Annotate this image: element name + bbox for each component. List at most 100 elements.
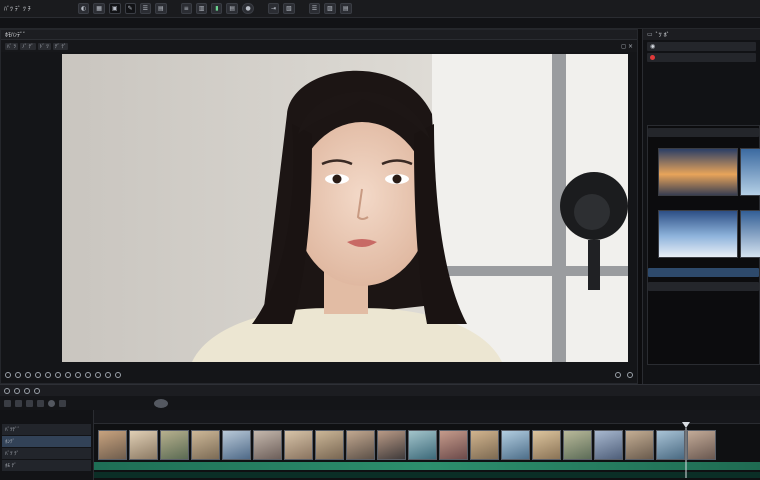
viewer-tool-4[interactable]: ﾃﾞ ﾃﾞ <box>52 42 69 50</box>
timeline-clip[interactable] <box>625 430 654 460</box>
timeline-clip[interactable] <box>315 430 344 460</box>
next-frame-icon[interactable] <box>25 372 31 378</box>
timeline-clip[interactable] <box>439 430 468 460</box>
timeline-clip[interactable] <box>98 430 127 460</box>
media-bin <box>647 125 760 365</box>
playhead[interactable] <box>682 422 690 478</box>
export-button[interactable]: ⇥ <box>268 3 280 14</box>
timeline-clip[interactable] <box>501 430 530 460</box>
fit-icon[interactable] <box>105 372 111 378</box>
right-panel: ▭ ﾞﾂ ﾎﾞ ◉ <box>642 29 760 384</box>
video-preview[interactable] <box>62 54 628 362</box>
more-button[interactable]: ▤ <box>339 3 352 14</box>
eye-icon: ◉ <box>650 43 656 50</box>
cut-tool-icon[interactable] <box>15 399 22 407</box>
grid-button[interactable]: ☰ <box>139 3 152 14</box>
media-thumb-1[interactable] <box>658 148 738 196</box>
media-button[interactable]: ▦ <box>93 3 105 14</box>
view-button[interactable]: ▨ <box>324 3 336 14</box>
settings-icon[interactable] <box>85 372 91 378</box>
fullscreen-icon[interactable] <box>615 372 621 378</box>
list-button[interactable]: ≡ <box>180 3 192 14</box>
hand-tool-icon[interactable] <box>59 399 66 407</box>
mark-out-icon[interactable] <box>55 372 61 378</box>
zoom-tool-icon[interactable] <box>48 399 55 407</box>
mark-in-icon[interactable] <box>45 372 51 378</box>
folder-icon[interactable]: ▭ <box>647 31 653 38</box>
viewer-footer-right <box>615 372 633 378</box>
media-thumb-3[interactable] <box>658 210 738 258</box>
snapshot-icon[interactable] <box>65 372 71 378</box>
source-row[interactable]: ◉ <box>647 42 756 51</box>
viewer-toolbar: ﾊﾞ ﾂ ﾉﾞ ﾃﾞ ﾄﾞ ﾂ ﾃﾞ ﾃﾞ ◻ × <box>1 40 637 52</box>
media-bin-toolbar <box>648 128 759 137</box>
timeline-clip[interactable] <box>594 430 623 460</box>
timeline-clip[interactable] <box>191 430 220 460</box>
timeline-clip[interactable] <box>284 430 313 460</box>
bars-button[interactable]: ▥ <box>195 3 208 14</box>
image-button[interactable]: ▧ <box>283 3 295 14</box>
track-header-4[interactable]: ﾎﾓ ﾃﾞ <box>2 460 91 471</box>
trim-tool-icon[interactable] <box>26 399 33 407</box>
tools-button[interactable]: ✎ <box>124 3 136 14</box>
record-button[interactable]: ▣ <box>108 3 121 14</box>
loop-icon[interactable] <box>35 372 41 378</box>
play-icon[interactable] <box>15 372 21 378</box>
timeline-header <box>0 384 760 396</box>
timeline-clip[interactable] <box>377 430 406 460</box>
options-icon[interactable] <box>627 372 633 378</box>
circle-button[interactable]: ● <box>242 3 255 14</box>
grid-icon[interactable] <box>115 372 121 378</box>
audio-track-2[interactable] <box>94 472 760 478</box>
media-thumb-2[interactable] <box>740 148 760 196</box>
timeline-clip[interactable] <box>222 430 251 460</box>
record-tool-icon[interactable] <box>154 398 168 408</box>
track-header-3[interactable]: ﾊﾞﾂ ﾃﾞ <box>2 448 91 459</box>
layers-button[interactable]: ▤ <box>155 3 167 14</box>
record-row[interactable] <box>647 53 756 62</box>
timeline-clip[interactable] <box>656 430 685 460</box>
timeline-snap-icon[interactable] <box>14 387 20 394</box>
timeline-marker-icon[interactable] <box>34 387 40 394</box>
timeline-clip[interactable] <box>532 430 561 460</box>
audio-track[interactable] <box>94 462 760 470</box>
import-button[interactable]: ◐ <box>78 3 90 14</box>
timeline-clip[interactable] <box>129 430 158 460</box>
volume-icon[interactable] <box>75 372 81 378</box>
media-bin-status <box>648 268 759 277</box>
app-title: ﾊﾞﾂ ﾃﾞ ﾂ ﾁ <box>4 6 31 13</box>
timeline-clip[interactable] <box>346 430 375 460</box>
viewer-title: ﾎﾓﾊﾝﾃﾞﾞ <box>5 32 27 39</box>
timeline-area[interactable] <box>94 410 760 480</box>
timeline-clip[interactable] <box>160 430 189 460</box>
slip-tool-icon[interactable] <box>37 399 44 407</box>
zoom-icon[interactable] <box>95 372 101 378</box>
record-icon <box>650 55 655 60</box>
viewer-tool-1[interactable]: ﾊﾞ ﾂ <box>5 42 19 50</box>
timeline-toggle-icon[interactable] <box>4 387 10 394</box>
right-panel-header: ▭ ﾞﾂ ﾎﾞ <box>643 29 760 40</box>
viewer-window-controls[interactable]: ◻ × <box>621 43 633 50</box>
timeline-toolbar <box>0 396 760 410</box>
panel-button[interactable]: ▤ <box>226 3 239 14</box>
menu-button[interactable]: ☰ <box>308 3 321 14</box>
media-thumb-4[interactable] <box>740 210 760 258</box>
track-header-1[interactable]: ﾊﾞﾂﾃﾞﾞ <box>2 424 91 435</box>
timeline-ruler[interactable] <box>94 410 760 424</box>
right-panel-tab[interactable]: ﾞﾂ ﾎﾞ <box>656 30 670 39</box>
green-button[interactable]: ▮ <box>211 3 223 14</box>
timeline-link-icon[interactable] <box>24 387 30 394</box>
timeline-clip[interactable] <box>253 430 282 460</box>
preview-image <box>62 54 628 362</box>
timeline-clip[interactable] <box>687 430 716 460</box>
timeline-clip[interactable] <box>408 430 437 460</box>
timeline-clip[interactable] <box>563 430 592 460</box>
viewer-footer <box>1 367 637 383</box>
select-tool-icon[interactable] <box>4 399 11 407</box>
track-header-2[interactable]: ﾎﾝﾃﾞ <box>2 436 91 447</box>
timeline-clip[interactable] <box>470 430 499 460</box>
viewer-tool-3[interactable]: ﾄﾞ ﾂ <box>37 42 51 50</box>
prev-frame-icon[interactable] <box>5 372 11 378</box>
viewer-header: ﾎﾓﾊﾝﾃﾞﾞ <box>1 30 637 40</box>
viewer-tool-2[interactable]: ﾉﾞ ﾃﾞ <box>20 42 36 50</box>
